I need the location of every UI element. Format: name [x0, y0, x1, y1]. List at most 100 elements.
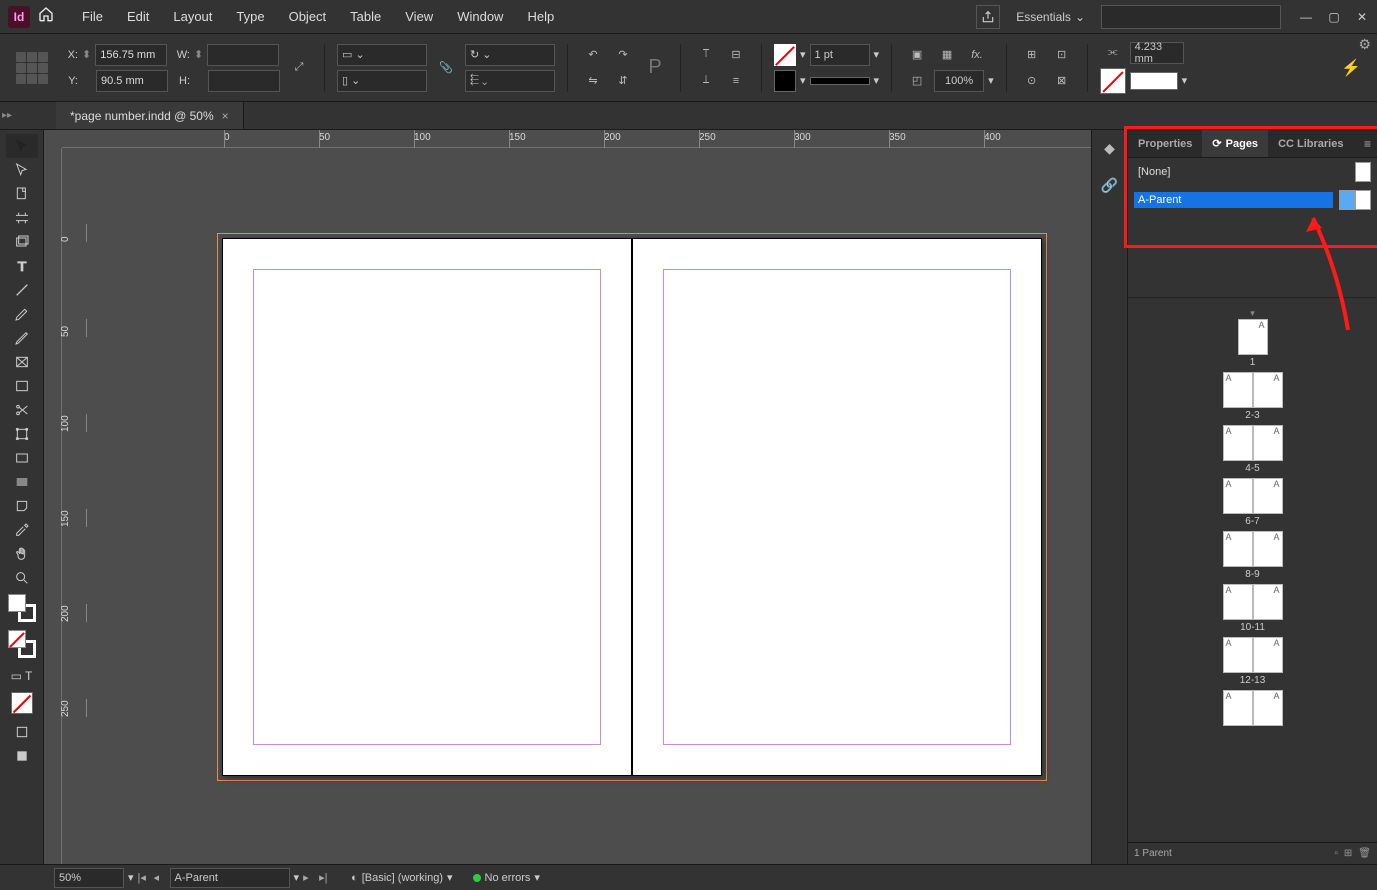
distribute-icon[interactable]: ≡: [723, 70, 749, 92]
center-content-icon[interactable]: ⊙: [1019, 70, 1045, 92]
quick-apply-icon[interactable]: ⚡: [1341, 58, 1369, 78]
gradient-feather-tool[interactable]: [6, 470, 38, 494]
next-spread-icon[interactable]: ▸: [303, 871, 315, 884]
direct-selection-tool[interactable]: [6, 158, 38, 182]
text-wrap-none-icon[interactable]: ▣: [904, 44, 930, 66]
preflight-profile-label[interactable]: [Basic] (working): [362, 872, 443, 884]
eyedropper-tool[interactable]: [6, 518, 38, 542]
page-spread-thumb[interactable]: AA: [1223, 690, 1283, 728]
align-top-icon[interactable]: ⟙: [693, 44, 719, 66]
fill-stroke-none-control[interactable]: [8, 630, 36, 658]
share-icon[interactable]: [976, 5, 1000, 29]
h-input[interactable]: [208, 70, 280, 92]
page-spread-thumb[interactable]: AA12-13: [1223, 637, 1283, 686]
zoom-level-input[interactable]: 50%: [54, 868, 124, 888]
rectangle-frame-tool[interactable]: [6, 350, 38, 374]
tab-pages[interactable]: ⟳Pages: [1202, 130, 1268, 157]
page-spread-thumb[interactable]: AA6-7: [1223, 478, 1283, 527]
master-a-parent-row[interactable]: A-Parent: [1134, 186, 1371, 214]
errors-dropdown[interactable]: ▾: [534, 871, 540, 884]
rotate-cw-icon[interactable]: ↷: [610, 44, 636, 66]
tab-properties[interactable]: Properties: [1128, 130, 1202, 157]
gear-icon[interactable]: ⚙: [1358, 36, 1371, 53]
page-thumb[interactable]: A: [1223, 637, 1253, 673]
profile-dropdown[interactable]: ▾: [447, 871, 453, 884]
preflight-toggle-icon[interactable]: ◐: [351, 872, 358, 884]
fx-icon[interactable]: fx.: [964, 44, 990, 66]
reference-point-grid[interactable]: [16, 52, 48, 84]
maximize-button[interactable]: ▢: [1327, 10, 1341, 24]
color-swatch-white[interactable]: [1130, 72, 1178, 90]
align-middle-icon[interactable]: ⊟: [723, 44, 749, 66]
properties-panel-icon[interactable]: ◆: [1104, 140, 1115, 157]
note-tool[interactable]: [6, 494, 38, 518]
selection-tool[interactable]: [6, 134, 38, 158]
board-width-input[interactable]: 4.233 mm: [1130, 42, 1184, 64]
delete-page-icon[interactable]: 🗑: [1358, 848, 1371, 859]
page-thumb[interactable]: A: [1223, 531, 1253, 567]
menu-view[interactable]: View: [393, 1, 445, 32]
prev-spread-icon[interactable]: ◂: [154, 871, 166, 884]
align-bottom-icon[interactable]: ⟘: [693, 70, 719, 92]
fill-swatch[interactable]: [774, 44, 796, 66]
rotate-ccw-icon[interactable]: ↶: [580, 44, 606, 66]
minimize-button[interactable]: —: [1299, 10, 1313, 24]
menu-edit[interactable]: Edit: [115, 1, 161, 32]
fill-stroke-control[interactable]: [8, 594, 36, 622]
menu-help[interactable]: Help: [515, 1, 566, 32]
page-spread-thumb[interactable]: A1: [1238, 319, 1268, 368]
link-xy-icon[interactable]: ⬍: [82, 48, 91, 61]
master-none-row[interactable]: [None]: [1134, 158, 1371, 186]
search-input[interactable]: [1101, 5, 1281, 29]
rectangle-tool[interactable]: [6, 374, 38, 398]
y-input[interactable]: 90.5 mm: [96, 70, 168, 92]
last-spread-icon[interactable]: ▸|: [319, 871, 331, 884]
page-thumb[interactable]: A: [1253, 531, 1283, 567]
document-tab[interactable]: *page number.indd @ 50% ×: [56, 102, 244, 129]
page-thumb[interactable]: A: [1253, 637, 1283, 673]
stroke-swatch[interactable]: [774, 70, 796, 92]
view-mode-preview[interactable]: [6, 744, 38, 768]
home-icon[interactable]: [38, 6, 54, 27]
fill-none-swatch[interactable]: [1100, 68, 1126, 94]
view-mode-normal[interactable]: [6, 720, 38, 744]
link-wh-icon[interactable]: ⬍: [194, 48, 203, 61]
page-spread-thumb[interactable]: AA2-3: [1223, 372, 1283, 421]
panel-menu-icon[interactable]: ≡: [1358, 130, 1377, 157]
page-thumb[interactable]: A: [1223, 425, 1253, 461]
formatting-container-icon[interactable]: ▭ T: [6, 664, 38, 688]
edit-page-size-icon[interactable]: ▫: [1334, 848, 1338, 859]
page-thumb[interactable]: A: [1253, 372, 1283, 408]
opacity-dropdown[interactable]: ▾: [988, 74, 994, 87]
page-thumb[interactable]: A: [1253, 478, 1283, 514]
shear-input[interactable]: ⬱ ⌄: [465, 70, 555, 92]
menu-table[interactable]: Table: [338, 1, 393, 32]
stroke-weight-dropdown[interactable]: ▾: [874, 48, 880, 61]
stroke-style-dropdown[interactable]: ▾: [874, 74, 880, 87]
close-tab-icon[interactable]: ×: [222, 109, 229, 123]
fill-frame-icon[interactable]: ⊠: [1049, 70, 1075, 92]
constrain-proportions-icon[interactable]: ⤢: [286, 57, 312, 79]
zoom-dropdown[interactable]: ▾: [128, 871, 134, 884]
stroke-style-picker[interactable]: [810, 77, 870, 85]
swatch-dropdown[interactable]: ▾: [1182, 74, 1188, 87]
scissors-tool[interactable]: [6, 398, 38, 422]
page-thumb[interactable]: A: [1223, 372, 1253, 408]
canvas-area[interactable]: 050100150200250300350400 050100150200250: [44, 130, 1091, 864]
stroke-weight-input[interactable]: 1 pt: [810, 44, 870, 66]
spread[interactable]: [222, 238, 1042, 776]
menu-file[interactable]: File: [70, 1, 115, 32]
tab-cc-libraries[interactable]: CC Libraries: [1268, 130, 1353, 157]
scale-y-input[interactable]: ▯ ⌄: [337, 70, 427, 92]
anchor-icon[interactable]: 📎: [433, 57, 459, 79]
page-nav-dropdown[interactable]: ▾: [294, 871, 300, 884]
page-spread-thumb[interactable]: AA10-11: [1223, 584, 1283, 633]
free-transform-tool[interactable]: [6, 422, 38, 446]
close-button[interactable]: ✕: [1355, 10, 1369, 24]
type-tool[interactable]: [6, 254, 38, 278]
vertical-ruler[interactable]: 050100150200250: [44, 148, 62, 864]
pencil-tool[interactable]: [6, 326, 38, 350]
fit-content-icon[interactable]: ⊞: [1019, 44, 1045, 66]
hand-tool[interactable]: [6, 542, 38, 566]
menu-type[interactable]: Type: [224, 1, 276, 32]
